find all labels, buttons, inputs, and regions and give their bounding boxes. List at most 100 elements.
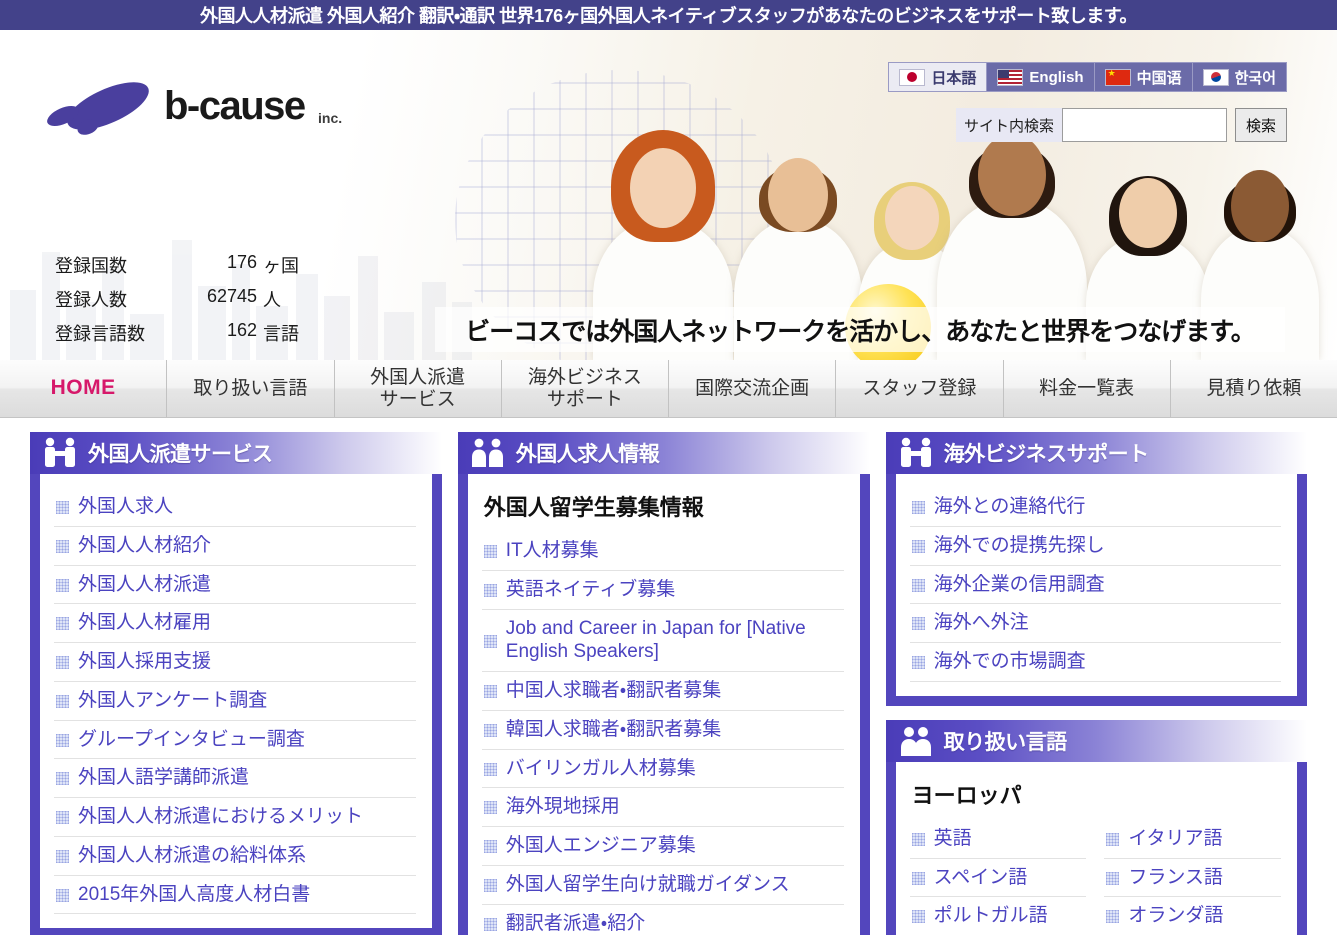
link-overseas[interactable]: 海外企業の信用調査 — [910, 566, 1281, 604]
link-label: イタリア語 — [1128, 827, 1223, 849]
link-language[interactable]: オランダ語 — [1104, 897, 1281, 935]
language-tab-label: 日本語 — [931, 69, 977, 87]
site-logo[interactable]: b-cause inc. — [46, 82, 346, 140]
link-label: 外国人求人 — [78, 496, 174, 517]
link-dispatch[interactable]: 外国人人材派遣におけるメリット — [54, 798, 416, 836]
link-language[interactable]: イタリア語 — [1104, 820, 1281, 858]
language-tab-label: 中国语 — [1136, 69, 1182, 87]
stats-label: 登録国数 — [55, 256, 127, 276]
nav-item-quote-request[interactable]: 見積り依頼 — [1171, 360, 1337, 417]
language-tab-korean[interactable]: 한국어 — [1193, 63, 1286, 91]
list-item: 外国人人材派遣の給料体系 — [54, 837, 416, 876]
nav-item-international-exchange[interactable]: 国際交流企画 — [669, 360, 837, 417]
nav-item-languages[interactable]: 取り扱い言語 — [167, 360, 335, 417]
language-tab-label: 한국어 — [1234, 69, 1276, 87]
stats-label: 登録言語数 — [55, 324, 145, 344]
nav-item-dispatch-service[interactable]: 外国人派遣 サービス — [335, 360, 502, 417]
link-language[interactable]: ポルトガル語 — [910, 897, 1087, 935]
list-item: 英語 — [909, 820, 1087, 859]
panel-title: 取り扱い言語 — [943, 730, 1068, 754]
nav-item-staff-registration[interactable]: スタッフ登録 — [836, 360, 1004, 417]
stats-row: 登録人数 62745 人 — [55, 286, 299, 312]
panel-overseas-business-support: 海外ビジネスサポート 海外との連絡代行 海外での提携先探し 海外企業の信用調査 … — [885, 432, 1308, 706]
link-label: 外国人留学生向け就職ガイダンス — [505, 873, 790, 895]
link-dispatch[interactable]: 外国人人材雇用 — [54, 604, 416, 642]
bullet-icon — [483, 762, 497, 776]
language-tab-chinese[interactable]: 中国语 — [1095, 63, 1193, 91]
link-label: ポルトガル語 — [933, 905, 1048, 927]
link-dispatch[interactable]: グループインタビュー調査 — [54, 721, 416, 759]
link-language[interactable]: スペイン語 — [910, 859, 1087, 897]
link-job[interactable]: バイリンガル人材募集 — [482, 750, 844, 788]
link-dispatch[interactable]: 外国人アンケート調査 — [54, 682, 416, 720]
panel-body: ヨーロッパ 英語 スペイン語 ポルトガル語 ドイツ語 イタリア語 フランス語 オ… — [885, 761, 1308, 935]
link-overseas[interactable]: 海外での提携先探し — [910, 527, 1281, 565]
list-item: 外国人採用支援 — [54, 643, 416, 682]
search-input[interactable] — [1061, 108, 1227, 142]
bullet-icon — [483, 545, 497, 558]
link-label: 2015年外国人高度人材白書 — [78, 883, 311, 905]
bullet-icon — [1106, 871, 1120, 885]
link-job[interactable]: 外国人エンジニア募集 — [482, 827, 844, 865]
link-label: 外国人アンケート調査 — [78, 689, 268, 711]
bullet-icon — [483, 917, 497, 931]
link-job[interactable]: Job and Career in Japan for [Native Engl… — [482, 610, 844, 672]
jobs-subheading: 外国人留学生募集情報 — [483, 495, 704, 520]
link-job[interactable]: 海外現地採用 — [482, 788, 844, 826]
panel-job-information: 外国人求人情報 外国人留学生募集情報 IT人材募集 英語ネイティブ募集 Job … — [457, 432, 870, 935]
link-job[interactable]: IT人材募集 — [482, 532, 844, 570]
link-label: 外国人人材派遣の給料体系 — [78, 844, 307, 866]
bullet-icon — [911, 539, 925, 553]
link-language[interactable]: フランス語 — [1104, 859, 1281, 897]
list-item: 外国人アンケート調査 — [54, 682, 416, 721]
link-job[interactable]: 中国人求職者・翻訳者募集 — [482, 672, 844, 710]
list-item: フランス語 — [1104, 859, 1282, 898]
list-item: 英語ネイティブ募集 — [481, 571, 844, 610]
list-item: 海外での提携先探し — [909, 527, 1282, 566]
language-tab-english[interactable]: English — [987, 63, 1095, 91]
nav-item-home[interactable]: HOME — [0, 360, 168, 417]
list-item: 海外現地採用 — [481, 788, 844, 827]
language-tab-japanese[interactable]: 日本語 — [889, 63, 988, 91]
list-item: 外国人人材紹介 — [54, 527, 416, 566]
language-selector[interactable]: 日本語 English 中国语 한국어 — [888, 62, 1287, 92]
top-announcement-text: 外国人人材派遣 外国人紹介 翻訳・通訳 世界176ヶ国外国人ネイティブスタッフが… — [200, 6, 1137, 26]
link-overseas[interactable]: 海外での市場調査 — [910, 643, 1281, 681]
column-middle: 外国人求人情報 外国人留学生募集情報 IT人材募集 英語ネイティブ募集 Job … — [457, 432, 870, 935]
search-button[interactable]: 検索 — [1234, 108, 1287, 142]
link-language[interactable]: 英語 — [910, 820, 1087, 858]
link-job[interactable]: 翻訳者派遣・紹介 — [482, 905, 844, 935]
jobs-links-list: IT人材募集 英語ネイティブ募集 Job and Career in Japan… — [481, 532, 844, 935]
bullet-icon — [56, 849, 69, 863]
nav-item-overseas-support[interactable]: 海外ビジネス サポート — [502, 360, 669, 417]
list-item: Job and Career in Japan for [Native Engl… — [481, 610, 844, 672]
link-dispatch[interactable]: 外国人人材派遣の給料体系 — [54, 837, 416, 875]
link-dispatch[interactable]: 外国人求人 — [54, 488, 416, 526]
link-overseas[interactable]: 海外との連絡代行 — [910, 488, 1281, 526]
list-item: 外国人人材派遣 — [54, 566, 416, 605]
list-item: 外国人人材雇用 — [54, 604, 416, 643]
link-dispatch[interactable]: 外国人人材派遣 — [54, 566, 416, 604]
link-label: 外国人人材紹介 — [78, 534, 212, 556]
link-dispatch[interactable]: 外国人採用支援 — [54, 643, 416, 681]
link-dispatch[interactable]: 外国人語学講師派遣 — [54, 759, 416, 797]
nav-item-price-list[interactable]: 料金一覧表 — [1004, 360, 1171, 417]
link-overseas[interactable]: 海外へ外注 — [910, 604, 1281, 642]
site-search: サイト内検索 検索 — [955, 108, 1287, 142]
logo-wordmark: b-cause — [164, 84, 306, 128]
link-job[interactable]: 韓国人求職者・翻訳者募集 — [482, 711, 844, 749]
list-item: バイリンガル人材募集 — [481, 750, 844, 789]
link-dispatch[interactable]: 2015年外国人高度人材白書 — [54, 876, 416, 914]
list-item: グループインタビュー調査 — [54, 721, 416, 760]
cn-flag-icon — [1104, 68, 1131, 86]
panel-header: 海外ビジネスサポート — [885, 432, 1308, 474]
link-dispatch[interactable]: 外国人人材紹介 — [54, 527, 416, 565]
stats-row: 登録国数 176 ヶ国 — [55, 252, 299, 278]
stats-unit: 人 — [263, 290, 281, 310]
list-item: 海外企業の信用調査 — [909, 566, 1282, 605]
languages-grid: 英語 スペイン語 ポルトガル語 ドイツ語 イタリア語 フランス語 オランダ語 ウ… — [909, 820, 1282, 935]
link-job[interactable]: 外国人留学生向け就職ガイダンス — [482, 866, 844, 904]
language-tab-label: English — [1029, 68, 1084, 86]
link-job[interactable]: 英語ネイティブ募集 — [482, 571, 844, 609]
bullet-icon — [483, 685, 497, 698]
